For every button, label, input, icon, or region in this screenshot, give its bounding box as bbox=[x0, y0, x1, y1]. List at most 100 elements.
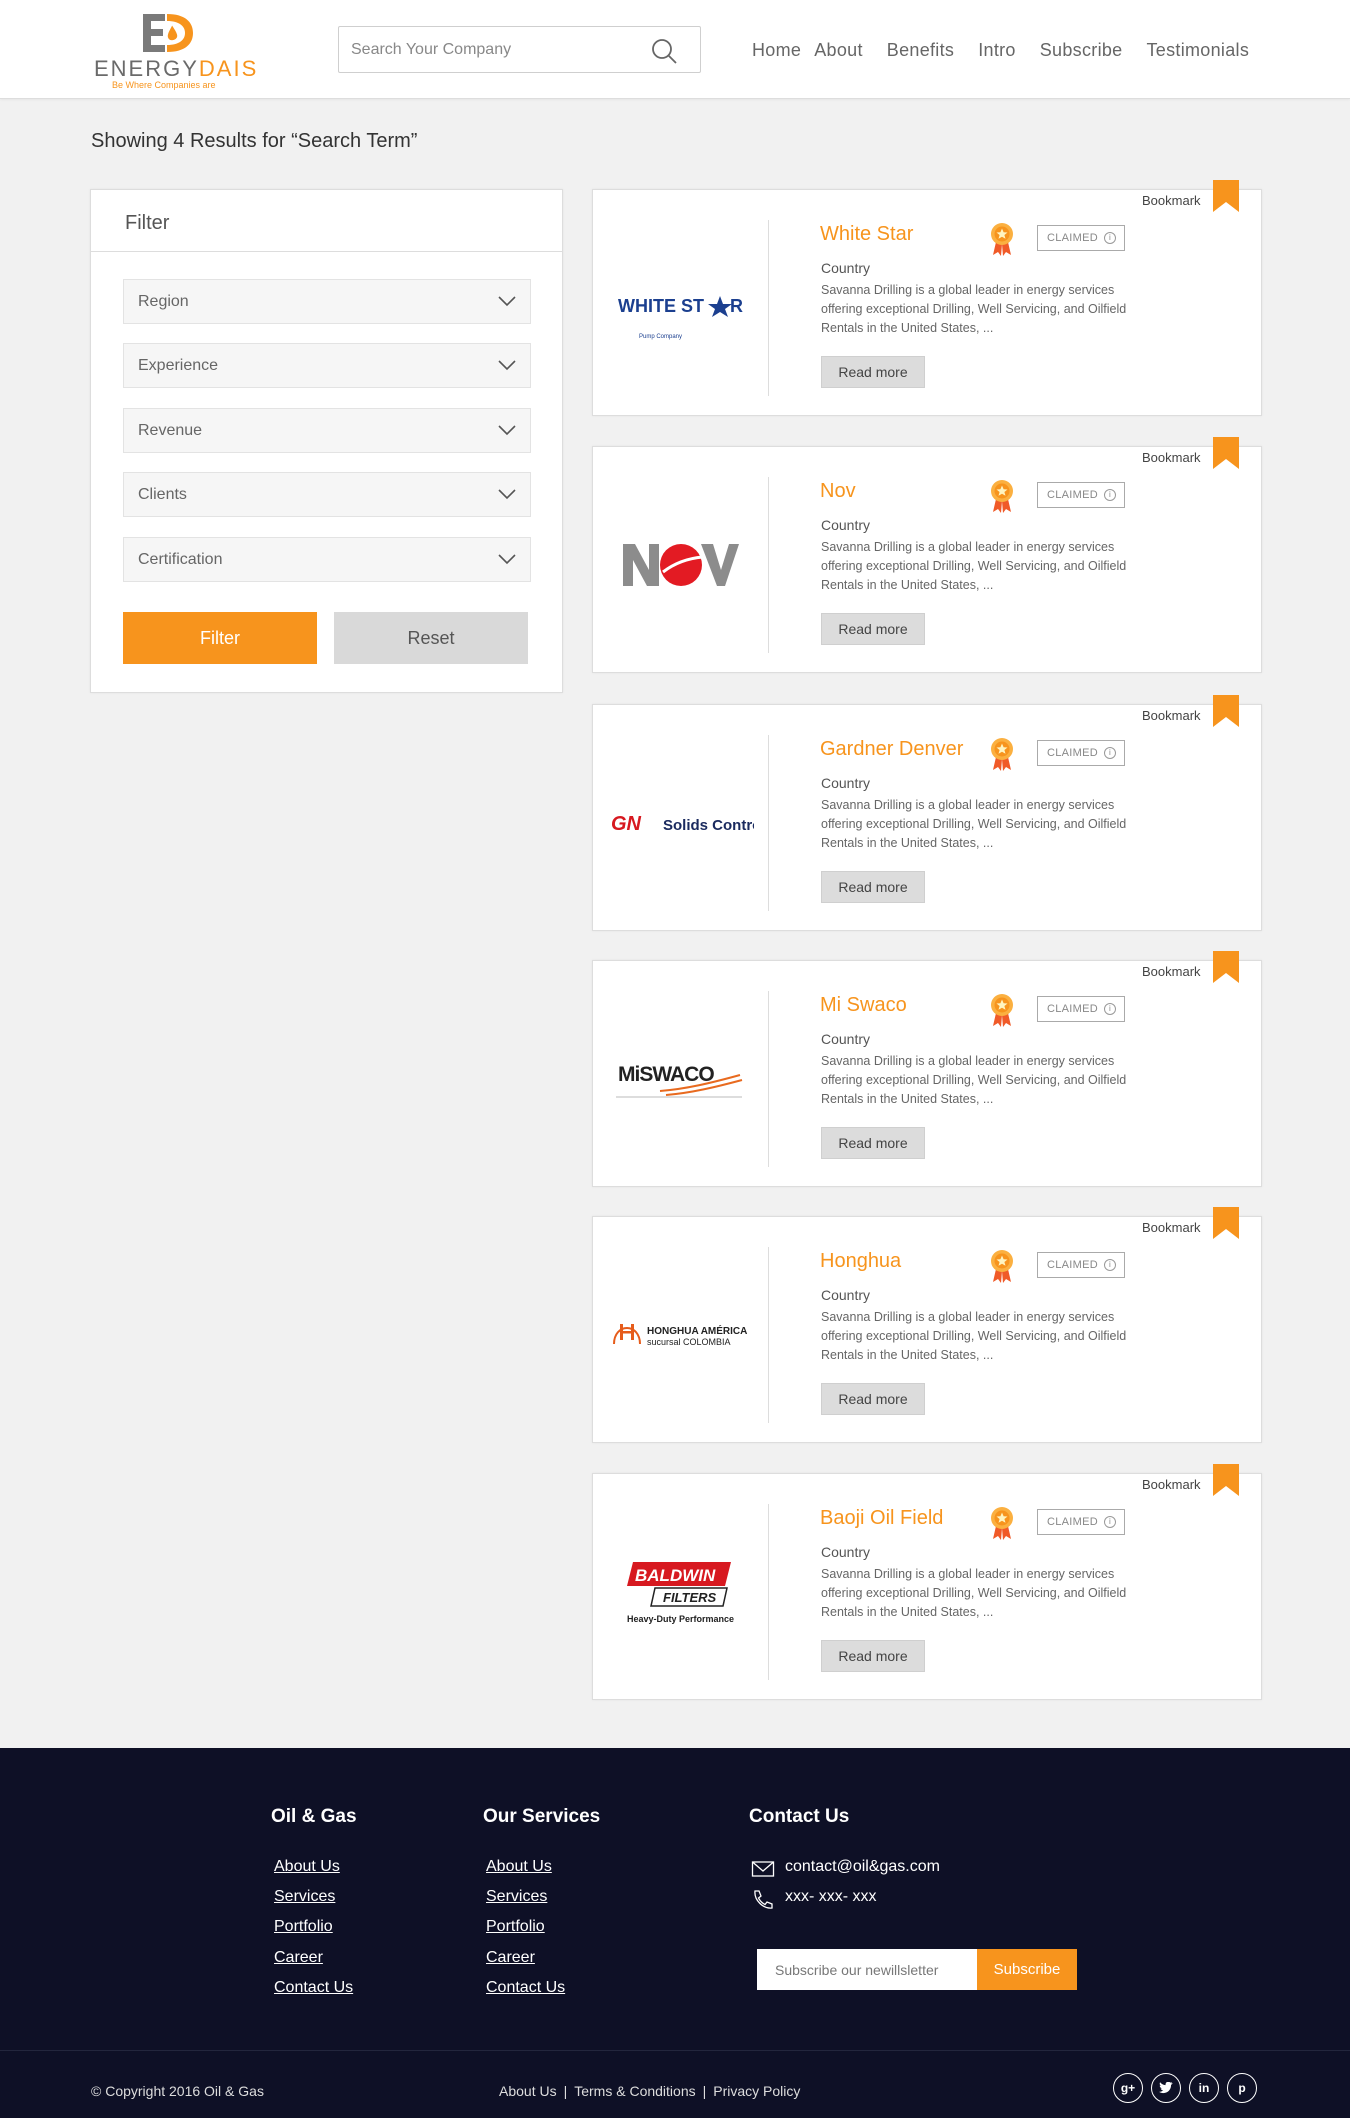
company-name[interactable]: White Star bbox=[820, 223, 913, 246]
company-description: Savanna Drilling is a global leader in e… bbox=[821, 1054, 1127, 1106]
bookmark-icon[interactable] bbox=[1213, 951, 1239, 983]
bookmark-label[interactable]: Bookmark bbox=[1142, 964, 1201, 979]
white-star-logo-icon: WHITE ST R bbox=[618, 296, 743, 317]
bookmark-label[interactable]: Bookmark bbox=[1142, 450, 1201, 465]
read-more-button[interactable]: Read more bbox=[821, 871, 925, 903]
footer-contact-title: Contact Us bbox=[749, 1806, 850, 1827]
energydais-logo[interactable]: ENERGYDAIS Be Where Companies are bbox=[94, 10, 256, 92]
company-card: MiSWACO Mi Swaco CLAIMED i Country Savan… bbox=[592, 951, 1262, 1187]
region-select[interactable]: Region bbox=[123, 279, 531, 324]
legal-privacy-link[interactable]: Privacy Policy bbox=[713, 2083, 800, 2099]
company-logo[interactable]: WHITE ST R Pump Company bbox=[593, 220, 769, 396]
separator: | bbox=[702, 2083, 707, 2099]
info-icon[interactable]: i bbox=[1104, 747, 1116, 759]
footer-link-about[interactable]: About Us bbox=[486, 1858, 552, 1876]
legal-terms-link[interactable]: Terms & Conditions bbox=[574, 2083, 695, 2099]
nav-testimonials[interactable]: Testimonials bbox=[1147, 40, 1250, 61]
bookmark-label[interactable]: Bookmark bbox=[1142, 1220, 1201, 1235]
nav-home[interactable]: Home bbox=[752, 40, 801, 61]
footer-link-contact[interactable]: Contact Us bbox=[486, 1979, 565, 1997]
footer-link-portfolio[interactable]: Portfolio bbox=[274, 1918, 333, 1936]
select-label: Experience bbox=[138, 357, 219, 374]
nav-benefits[interactable]: Benefits bbox=[887, 40, 954, 61]
card-divider bbox=[768, 477, 769, 653]
card-divider bbox=[768, 1247, 769, 1423]
footer-link-career[interactable]: Career bbox=[486, 1949, 535, 1967]
read-more-button[interactable]: Read more bbox=[821, 1127, 925, 1159]
chevron-down-icon bbox=[498, 360, 516, 371]
footer-link-career[interactable]: Career bbox=[274, 1949, 323, 1967]
company-logo[interactable]: BALDWIN FILTERS Heavy-Duty Performance bbox=[593, 1504, 769, 1680]
footer-link-services[interactable]: Services bbox=[274, 1888, 335, 1906]
google-plus-icon[interactable]: g+ bbox=[1113, 2073, 1143, 2103]
claimed-badge[interactable]: CLAIMED i bbox=[1037, 740, 1125, 766]
bookmark-icon[interactable] bbox=[1213, 695, 1239, 727]
claimed-badge[interactable]: CLAIMED i bbox=[1037, 482, 1125, 508]
bookmark-label[interactable]: Bookmark bbox=[1142, 708, 1201, 723]
read-more-button[interactable]: Read more bbox=[821, 1383, 925, 1415]
pinterest-icon[interactable]: p bbox=[1227, 2073, 1257, 2103]
bookmark-icon[interactable] bbox=[1213, 437, 1239, 469]
linkedin-icon[interactable]: in bbox=[1189, 2073, 1219, 2103]
copyright-text: © Copyright 2016 Oil & Gas bbox=[91, 2083, 264, 2099]
footer-link-contact[interactable]: Contact Us bbox=[274, 1979, 353, 1997]
company-name[interactable]: Honghua bbox=[820, 1250, 901, 1273]
company-name[interactable]: Gardner Denver bbox=[820, 738, 963, 761]
experience-select[interactable]: Experience bbox=[123, 343, 531, 388]
company-name[interactable]: Mi Swaco bbox=[820, 994, 907, 1017]
bookmark-icon[interactable] bbox=[1213, 1207, 1239, 1239]
legal-about-link[interactable]: About Us bbox=[499, 2083, 557, 2099]
card-divider bbox=[768, 1504, 769, 1680]
twitter-icon[interactable] bbox=[1151, 2073, 1181, 2103]
newsletter-form: Subscribe bbox=[757, 1949, 1077, 1990]
nav-subscribe[interactable]: Subscribe bbox=[1040, 40, 1123, 61]
claimed-badge[interactable]: CLAIMED i bbox=[1037, 996, 1125, 1022]
revenue-select[interactable]: Revenue bbox=[123, 408, 531, 453]
separator: | bbox=[563, 2083, 568, 2099]
main-nav: Home About Benefits Intro Subscribe Test… bbox=[752, 40, 1249, 61]
select-label: Certification bbox=[138, 551, 223, 568]
filter-button[interactable]: Filter bbox=[123, 612, 317, 664]
company-logo[interactable] bbox=[593, 477, 769, 653]
company-name[interactable]: Nov bbox=[820, 480, 856, 503]
info-icon[interactable]: i bbox=[1104, 1259, 1116, 1271]
company-country: Country bbox=[821, 1031, 871, 1047]
bookmark-label[interactable]: Bookmark bbox=[1142, 193, 1201, 208]
info-icon[interactable]: i bbox=[1104, 1516, 1116, 1528]
subscribe-button[interactable]: Subscribe bbox=[977, 1949, 1077, 1990]
bookmark-label[interactable]: Bookmark bbox=[1142, 1477, 1201, 1492]
reset-button[interactable]: Reset bbox=[334, 612, 528, 664]
award-badge-icon bbox=[991, 480, 1013, 513]
clients-select[interactable]: Clients bbox=[123, 472, 531, 517]
read-more-button[interactable]: Read more bbox=[821, 1640, 925, 1672]
footer-link-services[interactable]: Services bbox=[486, 1888, 547, 1906]
newsletter-email-input[interactable] bbox=[757, 1949, 977, 1990]
bookmark-icon[interactable] bbox=[1213, 1464, 1239, 1496]
read-more-button[interactable]: Read more bbox=[821, 613, 925, 645]
baldwin-filters-logo-icon: BALDWIN FILTERS Heavy-Duty Performance bbox=[627, 1562, 734, 1624]
footer-link-about[interactable]: About Us bbox=[274, 1858, 340, 1876]
bookmark-icon[interactable] bbox=[1213, 180, 1239, 212]
certification-select[interactable]: Certification bbox=[123, 537, 531, 582]
company-description: Savanna Drilling is a global leader in e… bbox=[821, 798, 1127, 850]
company-search-box[interactable] bbox=[338, 26, 701, 73]
search-input[interactable] bbox=[351, 27, 651, 72]
company-name[interactable]: Baoji Oil Field bbox=[820, 1507, 943, 1530]
info-icon[interactable]: i bbox=[1104, 489, 1116, 501]
social-links: g+ in p bbox=[1113, 2073, 1265, 2103]
nav-intro[interactable]: Intro bbox=[978, 40, 1016, 61]
claimed-badge[interactable]: CLAIMED i bbox=[1037, 1252, 1125, 1278]
company-logo[interactable]: GN Solids Control bbox=[593, 735, 769, 911]
claimed-badge[interactable]: CLAIMED i bbox=[1037, 225, 1125, 251]
claimed-badge[interactable]: CLAIMED i bbox=[1037, 1509, 1125, 1535]
info-icon[interactable]: i bbox=[1104, 1003, 1116, 1015]
read-more-button[interactable]: Read more bbox=[821, 356, 925, 388]
company-logo[interactable]: MiSWACO bbox=[593, 991, 769, 1167]
company-logo[interactable]: HONGHUA AMÉRICA sucursal COLOMBIA bbox=[593, 1247, 769, 1423]
contact-email[interactable]: contact@oil&gas.com bbox=[785, 1858, 940, 1876]
footer-link-portfolio[interactable]: Portfolio bbox=[486, 1918, 545, 1936]
contact-phone[interactable]: xxx- xxx- xxx bbox=[785, 1888, 877, 1906]
info-icon[interactable]: i bbox=[1104, 232, 1116, 244]
search-icon[interactable] bbox=[650, 37, 678, 65]
nav-about[interactable]: About bbox=[814, 40, 863, 61]
